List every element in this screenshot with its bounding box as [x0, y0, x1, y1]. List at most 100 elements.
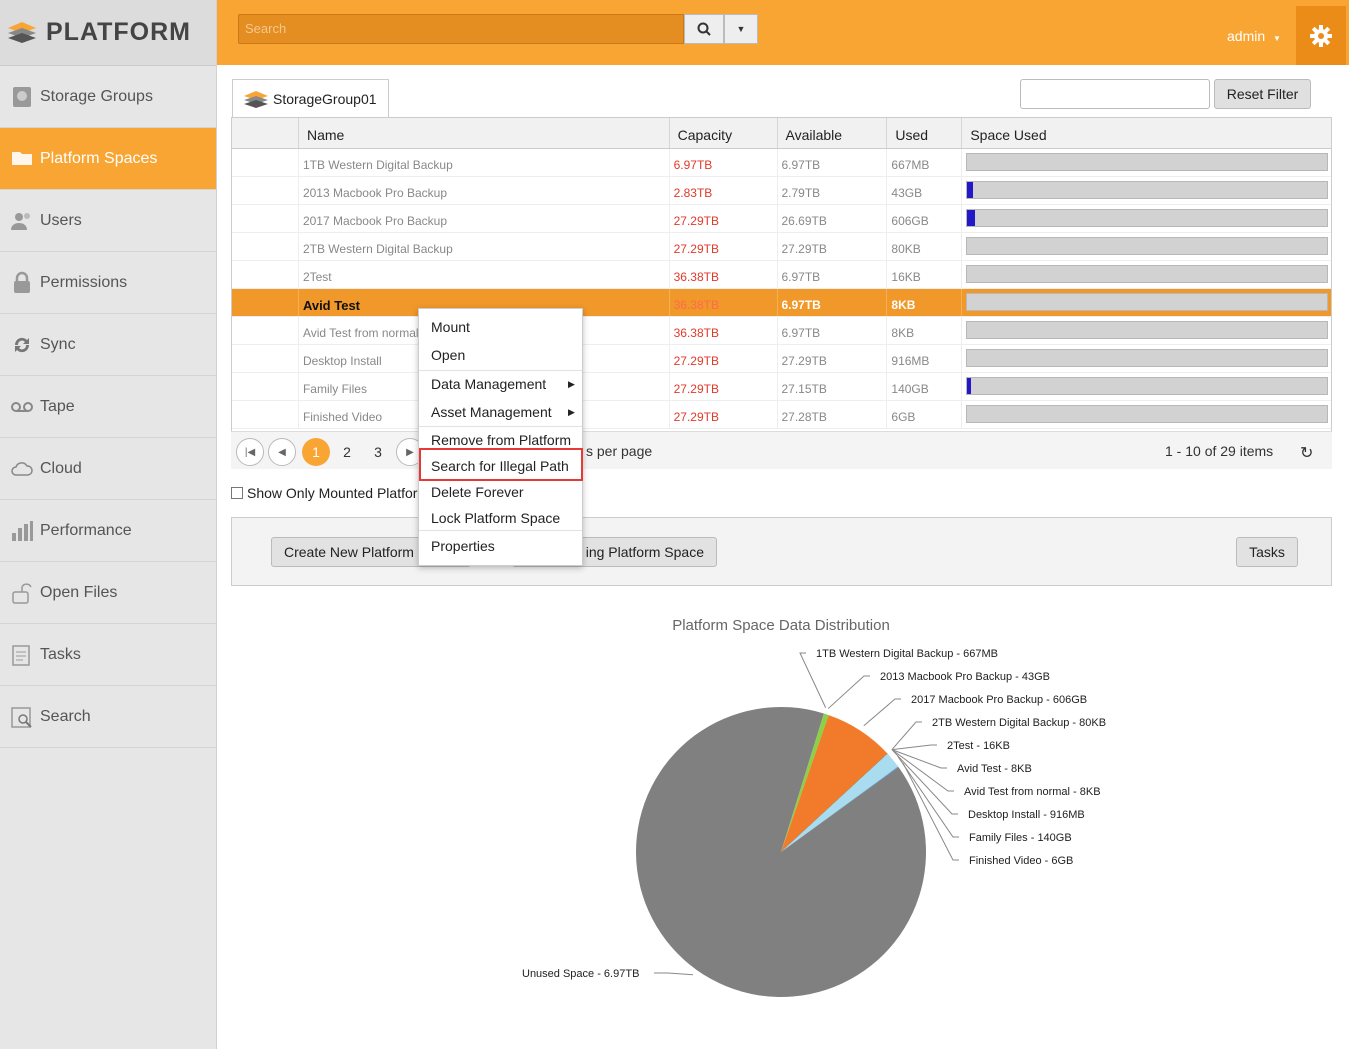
row-select-cell[interactable] — [232, 345, 298, 372]
sidebar-item-cloud[interactable]: Cloud — [0, 438, 216, 500]
row-select-cell[interactable] — [232, 233, 298, 260]
menu-item-properties[interactable]: Properties — [431, 538, 495, 554]
used-cell: 916MB — [886, 345, 961, 372]
row-select-cell[interactable] — [232, 289, 298, 316]
space-used-cell — [961, 233, 1331, 260]
table-row[interactable]: Finished Video 27.29TB 27.28TB 6GB — [232, 401, 1331, 429]
space-used-bar — [966, 265, 1329, 283]
available-cell: 27.29TB — [776, 233, 887, 260]
table-row[interactable]: 2013 Macbook Pro Backup 2.83TB 2.79TB 43GB — [232, 177, 1331, 205]
filter-input[interactable] — [1020, 79, 1210, 109]
sidebar-item-performance[interactable]: Performance — [0, 500, 216, 562]
user-menu[interactable]: admin ▼ — [1227, 28, 1281, 44]
table-row[interactable]: 1TB Western Digital Backup 6.97TB 6.97TB 66… — [232, 149, 1331, 177]
space-used-bar — [966, 377, 1329, 395]
table-row[interactable]: Desktop Install 27.29TB 27.29TB 916MB — [232, 345, 1331, 373]
row-select-cell[interactable] — [232, 317, 298, 344]
table-row[interactable]: Family Files 27.29TB 27.15TB 140GB — [232, 373, 1331, 401]
sidebar-item-label: Sync — [40, 335, 76, 353]
row-select-cell[interactable] — [232, 373, 298, 400]
menu-item-asset-management[interactable]: Asset Management ▶ — [431, 404, 575, 420]
sidebar-item-tape[interactable]: Tape — [0, 376, 216, 438]
storage-group-icon — [244, 90, 268, 108]
tasks-icon — [12, 644, 30, 666]
space-used-bar — [966, 293, 1329, 311]
menu-item-lock-platform-space[interactable]: Lock Platform Space — [431, 510, 560, 526]
search-icon — [697, 22, 711, 36]
capacity-cell: 6.97TB — [668, 149, 777, 176]
menu-item-open[interactable]: Open — [431, 347, 465, 363]
row-select-cell[interactable] — [232, 205, 298, 232]
column-header-available[interactable]: Available — [776, 118, 887, 148]
sidebar-item-sync[interactable]: Sync — [0, 314, 216, 376]
table-row[interactable]: Avid Test 36.38TB 6.97TB 8KB — [232, 289, 1331, 317]
menu-item-delete-forever[interactable]: Delete Forever — [431, 484, 524, 500]
prev-page-button[interactable]: ◀ — [268, 438, 296, 466]
search-dropdown-button[interactable]: ▼ — [724, 14, 758, 44]
used-cell: 8KB — [886, 289, 961, 316]
sidebar-item-label: Search — [40, 707, 91, 725]
page-3-button[interactable]: 3 — [364, 438, 392, 466]
show-mounted-option[interactable]: Show Only Mounted Platfor — [231, 485, 417, 501]
column-header-space-used[interactable]: Space Used — [961, 118, 1331, 148]
context-menu: Mount Open Data Management ▶ Asset Managemen… — [418, 308, 583, 566]
menu-item-label: Open — [431, 347, 466, 363]
show-mounted-checkbox[interactable] — [231, 487, 243, 499]
row-select-cell[interactable] — [232, 177, 298, 204]
column-header-used[interactable]: Used — [886, 118, 961, 148]
logo: PLATFORM — [0, 0, 216, 66]
platform-logo-icon — [8, 21, 36, 43]
table-row[interactable]: Avid Test from normal 36.38TB 6.97TB 8KB — [232, 317, 1331, 345]
pie-label: 2013 Macbook Pro Backup - 43GB — [880, 671, 1050, 683]
sidebar-item-search[interactable]: Search — [0, 686, 216, 748]
used-cell: 16KB — [886, 261, 961, 288]
capacity-cell: 27.29TB — [668, 373, 777, 400]
first-page-button[interactable]: |◀ — [236, 438, 264, 466]
table-row[interactable]: 2TB Western Digital Backup 27.29TB 27.29TB… — [232, 233, 1331, 261]
refresh-icon[interactable]: ↻ — [1300, 443, 1313, 463]
folder-icon — [12, 151, 32, 165]
sidebar-item-label: Storage Groups — [40, 87, 153, 105]
table-row[interactable]: 2017 Macbook Pro Backup 27.29TB 26.69TB 606… — [232, 205, 1331, 233]
sidebar-item-permissions[interactable]: Permissions — [0, 252, 216, 314]
space-used-cell — [961, 401, 1331, 428]
sidebar-item-storage-groups[interactable]: Storage Groups — [0, 66, 216, 128]
space-used-bar — [966, 181, 1329, 199]
settings-button[interactable] — [1296, 6, 1346, 65]
sidebar-item-open-files[interactable]: Open Files — [0, 562, 216, 624]
sidebar-item-tasks[interactable]: Tasks — [0, 624, 216, 686]
reset-filter-button[interactable]: Reset Filter — [1214, 79, 1311, 109]
search-input[interactable]: Search — [238, 14, 684, 44]
menu-item-data-management[interactable]: Data Management ▶ — [431, 376, 575, 392]
available-cell: 27.15TB — [776, 373, 887, 400]
logo-text: PLATFORM — [46, 18, 192, 46]
user-name: admin — [1227, 28, 1266, 44]
page-1-button[interactable]: 1 — [302, 438, 330, 466]
used-cell: 140GB — [886, 373, 961, 400]
sidebar-item-users[interactable]: Users — [0, 190, 216, 252]
available-cell: 6.97TB — [776, 317, 887, 344]
space-used-bar — [966, 209, 1329, 227]
menu-item-mount[interactable]: Mount — [431, 319, 470, 335]
caret-down-icon: ▼ — [736, 24, 746, 34]
capacity-cell: 27.29TB — [668, 345, 777, 372]
space-used-fill — [967, 210, 976, 226]
row-select-cell[interactable] — [232, 261, 298, 288]
capacity-cell: 27.29TB — [668, 401, 777, 428]
column-header-name[interactable]: Name — [297, 118, 669, 148]
search-button[interactable] — [684, 14, 724, 44]
sidebar-item-platform-spaces[interactable]: Platform Spaces — [0, 128, 216, 190]
tasks-button[interactable]: Tasks — [1236, 537, 1298, 567]
label-leader-line — [863, 698, 901, 727]
tab-storage-group[interactable]: StorageGroup01 — [232, 79, 389, 117]
available-cell: 27.28TB — [776, 401, 887, 428]
capacity-cell: 36.38TB — [668, 261, 777, 288]
row-select-cell[interactable] — [232, 149, 298, 176]
page-2-button[interactable]: 2 — [333, 438, 361, 466]
row-select-cell[interactable] — [232, 401, 298, 428]
used-cell: 667MB — [886, 149, 961, 176]
label-leader-line — [891, 721, 922, 750]
table-row[interactable]: 2Test 36.38TB 6.97TB 16KB — [232, 261, 1331, 289]
menu-item-remove-from-platform[interactable]: Remove from Platform — [431, 432, 571, 448]
column-header-capacity[interactable]: Capacity — [668, 118, 777, 148]
